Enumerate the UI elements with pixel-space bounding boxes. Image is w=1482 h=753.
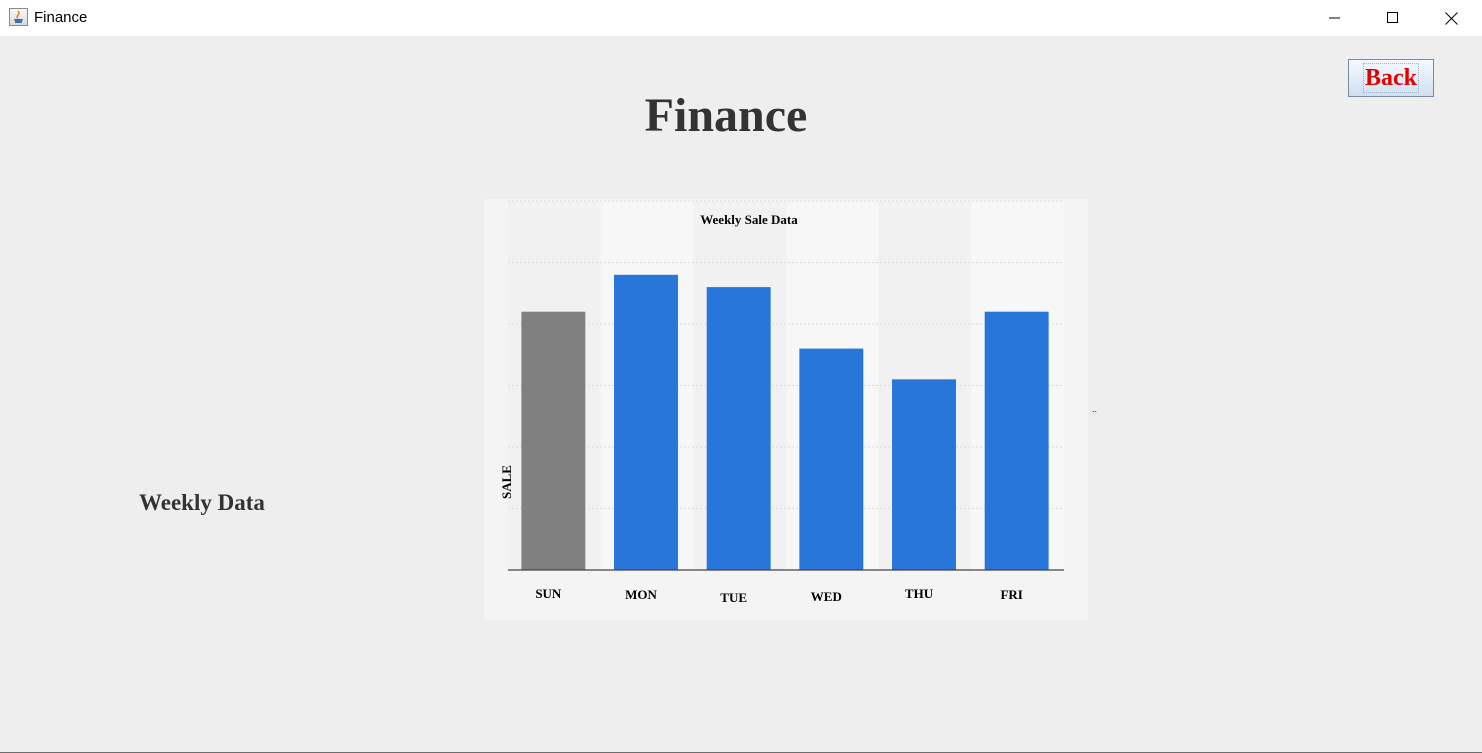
x-tick-label: WED — [811, 589, 842, 604]
bar-mon — [614, 274, 678, 570]
chart-svg: SUN MON TUE WED THU FRI Weekly Sale Data SALE — [499, 200, 1064, 605]
minimize-icon — [1329, 17, 1340, 19]
app-window: Finance Back Finance Weekly Data SUN MON T… — [0, 0, 1482, 753]
window-title: Finance — [34, 9, 88, 26]
bar-fri — [984, 311, 1049, 570]
title-bar: Finance — [0, 0, 1482, 36]
close-icon — [1444, 11, 1458, 25]
x-tick-label: TUE — [720, 590, 747, 605]
weekly-data-label: Weekly Data — [139, 490, 265, 515]
close-button[interactable] — [1422, 0, 1480, 36]
x-tick-label: SUN — [535, 586, 562, 601]
side-mark: .. — [1092, 404, 1098, 414]
page-title: Finance — [644, 89, 808, 142]
java-app-icon — [9, 8, 28, 26]
maximize-button[interactable] — [1364, 0, 1422, 36]
maximize-icon — [1387, 12, 1398, 23]
y-axis-label: SALE — [499, 465, 514, 499]
bar-wed — [799, 348, 864, 570]
x-tick-label: THU — [905, 586, 934, 601]
x-tick-label: MON — [625, 587, 657, 602]
bar-tue — [706, 287, 771, 570]
bar-sun — [521, 311, 586, 570]
bar-thu — [892, 379, 956, 570]
weekly-sale-chart: SUN MON TUE WED THU FRI Weekly Sale Data SALE — [484, 199, 1088, 620]
x-tick-label: FRI — [1000, 587, 1022, 602]
minimize-button[interactable] — [1306, 0, 1364, 36]
chart-title: Weekly Sale Data — [700, 212, 798, 227]
